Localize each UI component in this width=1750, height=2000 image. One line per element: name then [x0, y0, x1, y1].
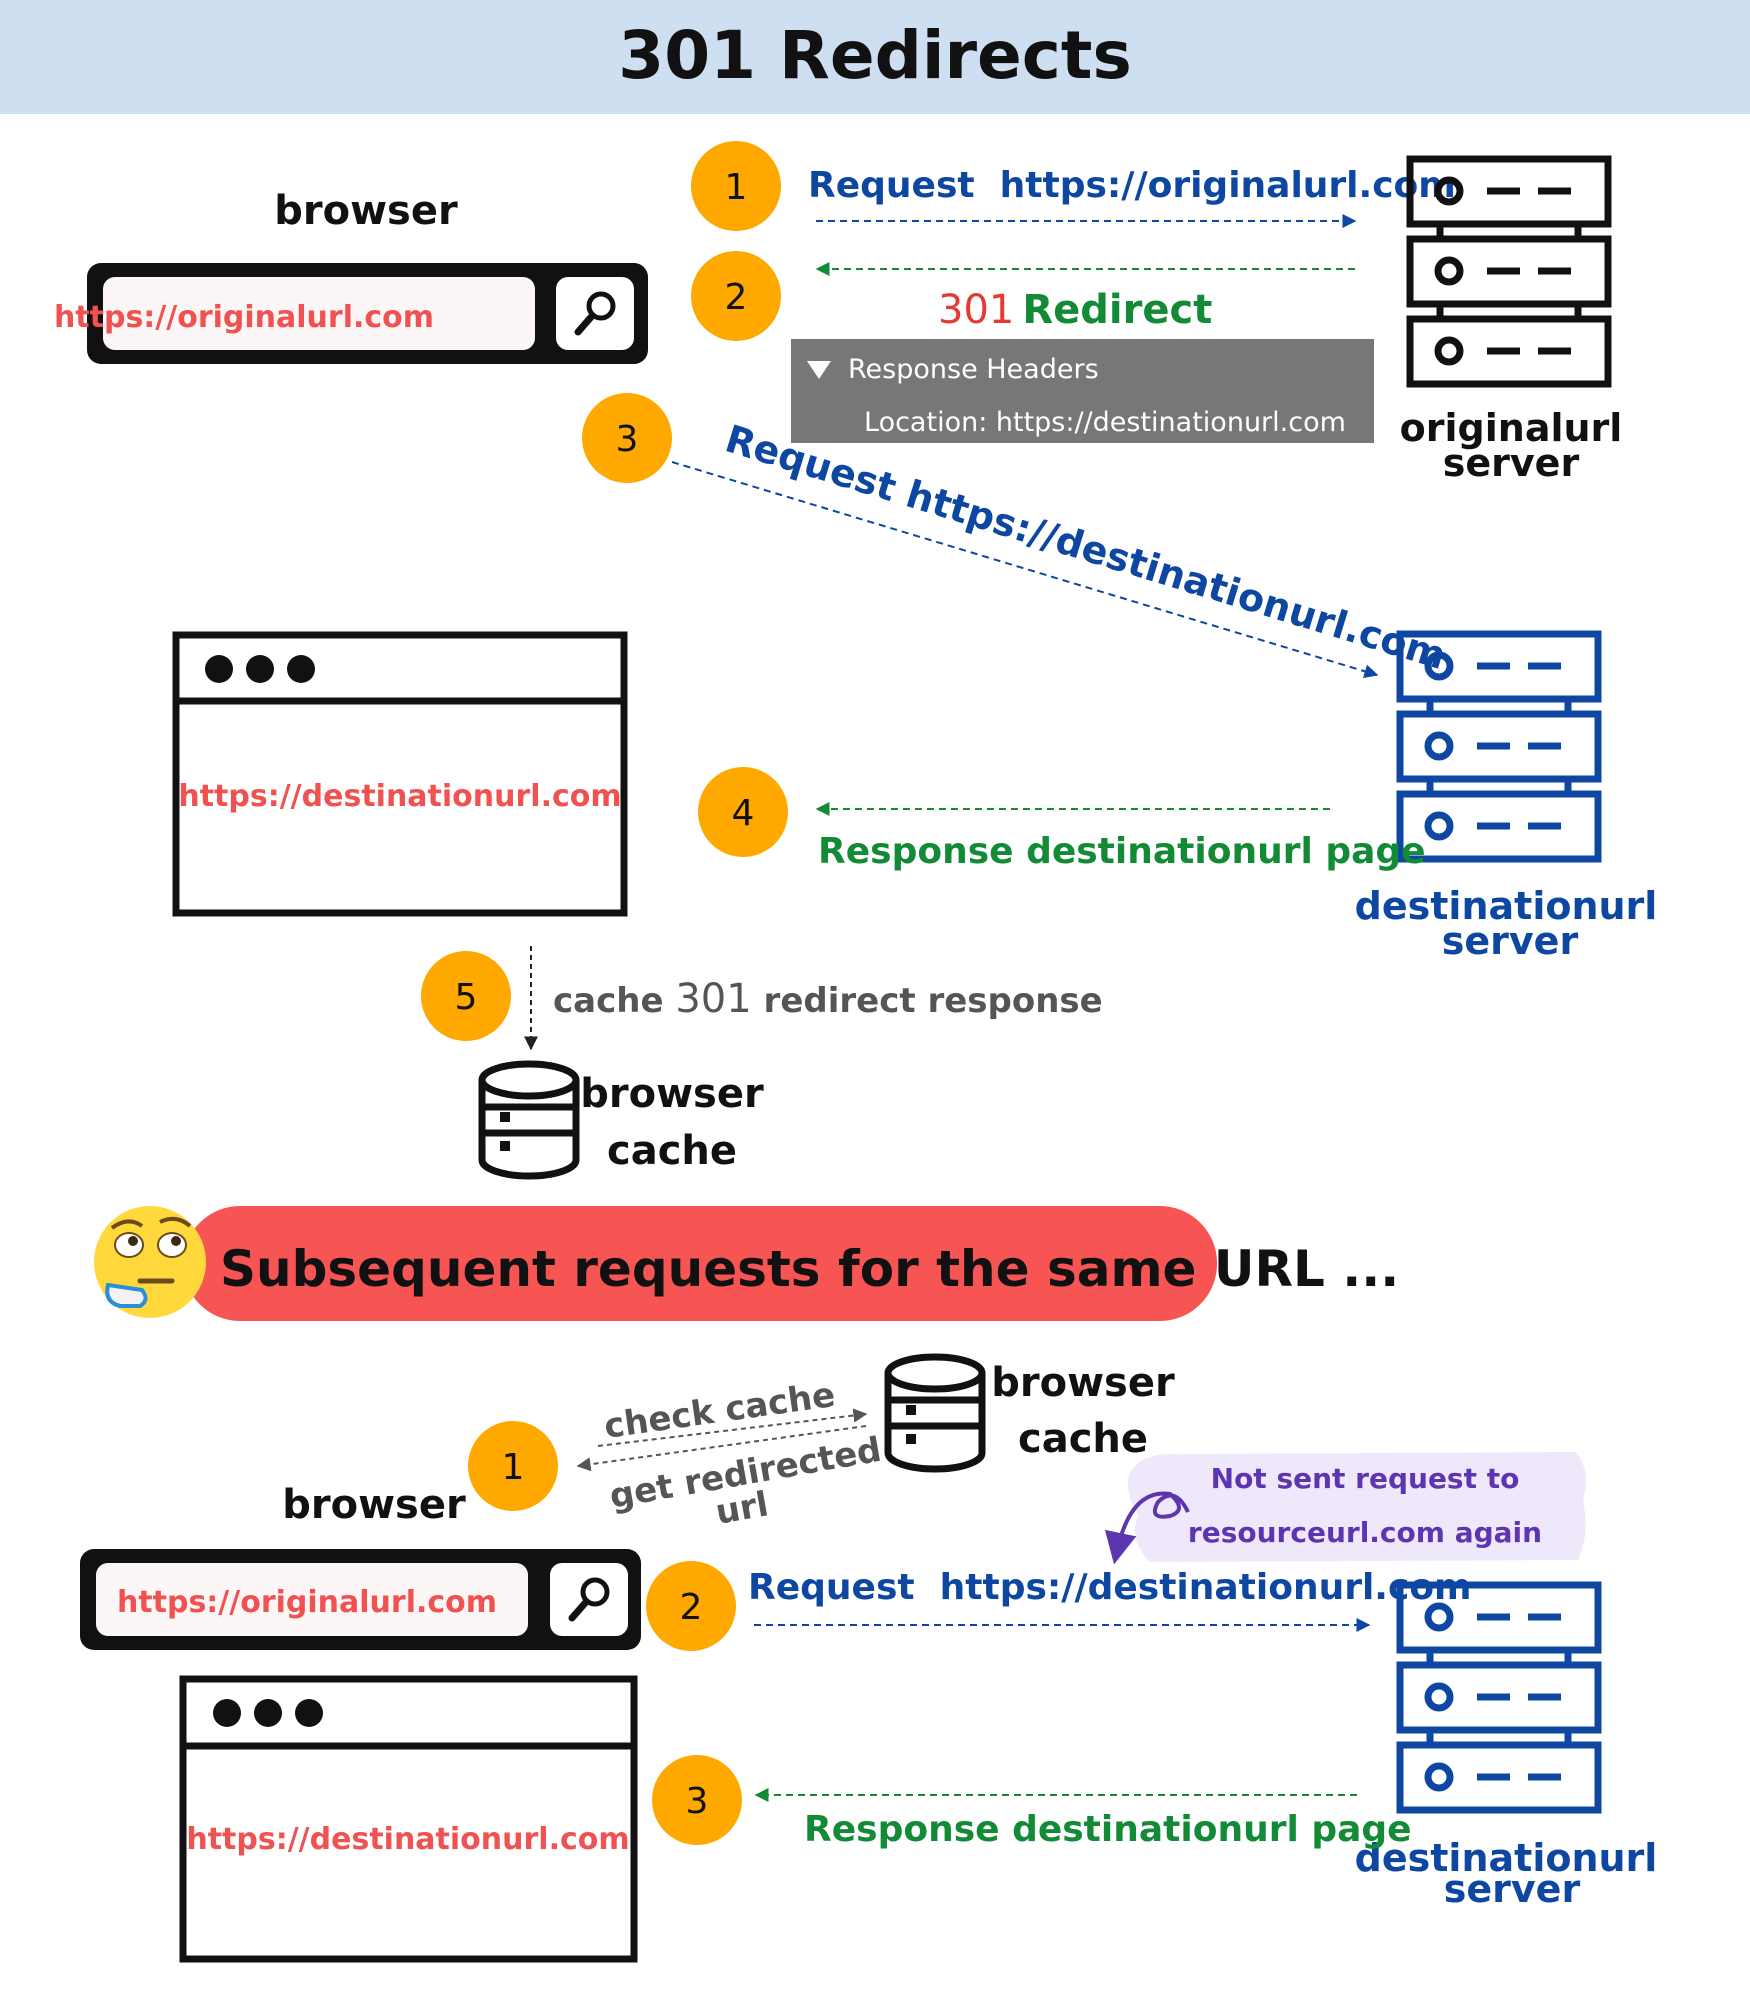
browser-window: https://destinationurl.com	[172, 631, 628, 917]
svg-text:2: 2	[680, 1587, 703, 1628]
bottom-destinationurl-server-label-line2: server	[1444, 1867, 1581, 1911]
note-line1: Not sent request to	[1211, 1462, 1520, 1495]
step-1-label: Request https://originalurl.com	[808, 165, 1456, 206]
svg-text:4: 4	[732, 793, 755, 834]
address-bar-url[interactable]: https://originalurl.com	[54, 300, 434, 335]
bottom-browser-label: browser	[282, 1482, 466, 1528]
bottom-destinationurl-server-icon	[1396, 1581, 1602, 1814]
window-dots-icon	[205, 655, 315, 683]
browser-address-bar[interactable]: https://originalurl.com	[54, 263, 648, 364]
step-2-status: 301 Redirect	[938, 287, 1212, 333]
svg-text:3: 3	[616, 419, 639, 460]
originalurl-server-icon	[1406, 155, 1612, 388]
browser-cache-label-line1: browser	[580, 1071, 764, 1117]
browser-label: browser	[274, 188, 458, 234]
location-header-line: Location: https://destinationurl.com	[864, 407, 1346, 438]
get-redirected-label-url: url	[713, 1484, 772, 1533]
step-3-label: Request https://destinationurl.com	[720, 417, 1451, 679]
svg-text:1: 1	[502, 1447, 525, 1488]
destinationurl-server-icon	[1396, 630, 1602, 863]
bottom-browser-cache-icon	[884, 1353, 986, 1473]
status-text-redirect: Redirect	[1022, 287, 1212, 333]
redirect-diagram: 301 Redirects browser https://originalur…	[0, 0, 1750, 1963]
bottom-step-1-badge: 1	[468, 1421, 558, 1511]
svg-text:3: 3	[686, 1781, 709, 1822]
bottom-magnifier-icon[interactable]	[550, 1563, 628, 1636]
step-5-label: cache 301 redirect response	[553, 976, 1103, 1022]
magnifier-icon[interactable]	[556, 277, 634, 350]
banner-text: Subsequent requests for the same URL ...	[220, 1240, 1399, 1298]
bottom-address-bar-url[interactable]: https://originalurl.com	[117, 1585, 497, 1620]
step-4-label: Response destinationurl page	[818, 831, 1426, 872]
step-1-badge: 1	[691, 141, 781, 231]
response-headers-title: Response Headers	[848, 354, 1099, 385]
status-code-301: 301	[938, 287, 1014, 333]
svg-text:1: 1	[725, 167, 748, 208]
step-2-badge: 2	[691, 251, 781, 341]
bottom-browser-cache-label-line2: cache	[1018, 1416, 1148, 1462]
svg-text:2: 2	[725, 277, 748, 318]
note-line2: resourceurl.com again	[1188, 1516, 1542, 1549]
bottom-step-3-badge: 3	[652, 1755, 742, 1845]
bottom-browser-window-url: https://destinationurl.com	[186, 1822, 629, 1857]
page-title: 301 Redirects	[618, 17, 1131, 94]
bottom-step-3-label: Response destinationurl page	[804, 1809, 1412, 1850]
step-3-badge: 3	[582, 393, 672, 483]
bottom-browser-cache-label-line1: browser	[991, 1360, 1175, 1406]
bottom-step-2-badge: 2	[646, 1561, 736, 1651]
step-5-badge: 5	[421, 951, 511, 1041]
response-headers-panel: Response Headers Location: https://desti…	[791, 339, 1374, 443]
step-4-badge: 4	[698, 767, 788, 857]
browser-window-url: https://destinationurl.com	[178, 779, 621, 814]
thinking-face-icon	[94, 1206, 206, 1318]
bottom-browser-address-bar[interactable]: https://originalurl.com	[80, 1549, 641, 1650]
bottom-step-2-label: Request https://destinationurl.com	[748, 1567, 1472, 1608]
bottom-window-dots-icon	[213, 1699, 323, 1727]
browser-cache-icon	[478, 1060, 580, 1180]
check-cache-label: check cache	[602, 1375, 838, 1447]
destinationurl-server-label-line2: server	[1442, 919, 1579, 963]
originalurl-server-label-line2: server	[1443, 441, 1580, 485]
bottom-browser-window: https://destinationurl.com	[179, 1675, 638, 1963]
step-3-arrow	[671, 461, 1379, 679]
browser-cache-label-line2: cache	[607, 1128, 737, 1174]
svg-text:5: 5	[455, 977, 478, 1018]
